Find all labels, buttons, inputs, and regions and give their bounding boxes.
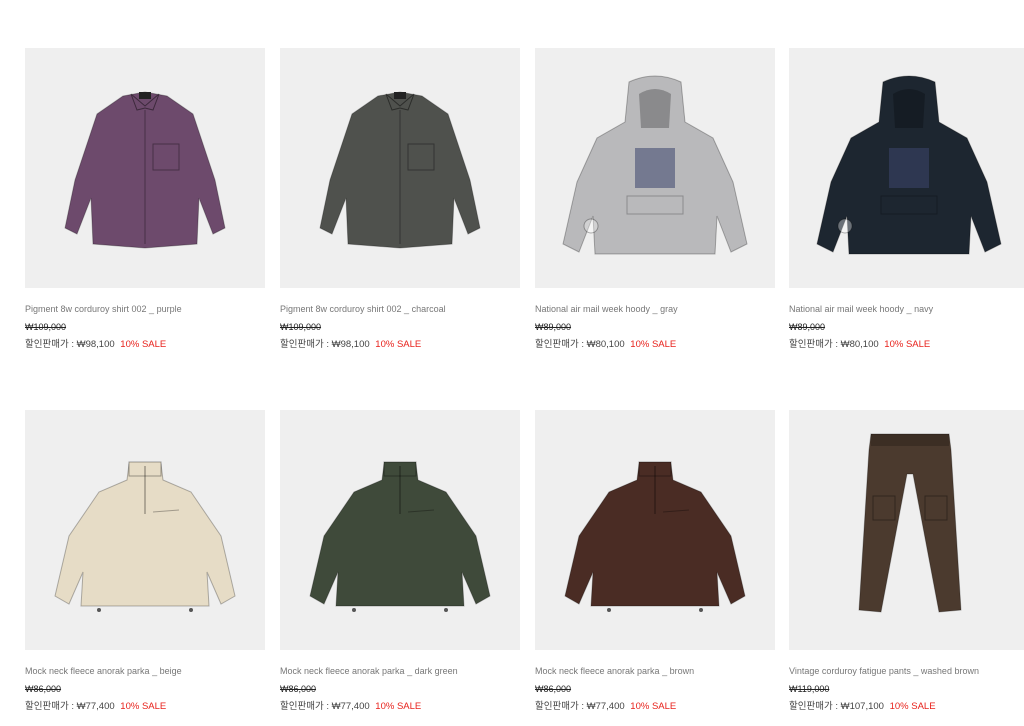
original-price: ₩86,000 (280, 684, 317, 694)
product-card[interactable]: National air mail week hoody _ gray ₩89,… (535, 48, 775, 351)
discount-badge: 10% SALE (889, 701, 936, 712)
original-price: ₩89,000 (789, 322, 826, 332)
sale-price-label: 할인판매가 : (789, 339, 838, 350)
product-name[interactable]: Mock neck fleece anorak parka _ brown (535, 665, 775, 677)
product-card[interactable]: Mock neck fleece anorak parka _ dark gre… (280, 410, 520, 713)
product-grid: Pigment 8w corduroy shirt 002 _ purple ₩… (0, 0, 1024, 726)
sale-price-label: 할인판매가 : (25, 701, 74, 712)
product-image[interactable] (789, 410, 1024, 650)
discount-badge: 10% SALE (120, 339, 167, 350)
product-image[interactable] (25, 48, 265, 288)
product-name[interactable]: Pigment 8w corduroy shirt 002 _ purple (25, 303, 265, 315)
original-price: ₩109,000 (25, 322, 67, 332)
product-name[interactable]: National air mail week hoody _ navy (789, 303, 1024, 315)
original-price: ₩86,000 (25, 684, 62, 694)
product-photo (858, 433, 962, 613)
product-image[interactable] (789, 48, 1024, 288)
sale-price-row: 할인판매가 : ₩77,400 10% SALE (25, 701, 265, 713)
sale-price: ₩98,100 (331, 339, 370, 350)
discount-badge: 10% SALE (375, 701, 422, 712)
sale-price-row: 할인판매가 : ₩77,400 10% SALE (280, 701, 520, 713)
product-image[interactable] (25, 410, 265, 650)
product-image[interactable] (535, 48, 775, 288)
product-card[interactable]: Mock neck fleece anorak parka _ brown ₩8… (535, 410, 775, 713)
product-photo (54, 461, 236, 612)
product-name[interactable]: Mock neck fleece anorak parka _ dark gre… (280, 665, 520, 677)
product-name[interactable]: Vintage corduroy fatigue pants _ washed … (789, 665, 1024, 677)
sale-price: ₩77,400 (76, 701, 115, 712)
sale-price: ₩80,100 (840, 339, 879, 350)
discount-badge: 10% SALE (375, 339, 422, 350)
product-name[interactable]: Mock neck fleece anorak parka _ beige (25, 665, 265, 677)
product-photo (319, 91, 481, 249)
product-photo (564, 461, 746, 612)
product-card[interactable]: Pigment 8w corduroy shirt 002 _ purple ₩… (25, 48, 265, 351)
product-image[interactable] (535, 410, 775, 650)
sale-price-row: 할인판매가 : ₩98,100 10% SALE (25, 339, 265, 351)
sale-price-label: 할인판매가 : (789, 701, 838, 712)
discount-badge: 10% SALE (630, 701, 677, 712)
original-price: ₩119,000 (789, 684, 830, 694)
sale-price-label: 할인판매가 : (535, 339, 584, 350)
product-name[interactable]: Pigment 8w corduroy shirt 002 _ charcoal (280, 303, 520, 315)
sale-price-row: 할인판매가 : ₩107,100 10% SALE (789, 701, 1024, 713)
product-photo (309, 461, 491, 612)
discount-badge: 10% SALE (120, 701, 167, 712)
product-card[interactable]: Pigment 8w corduroy shirt 002 _ charcoal… (280, 48, 520, 351)
product-name[interactable]: National air mail week hoody _ gray (535, 303, 775, 315)
sale-price: ₩77,400 (586, 701, 625, 712)
original-price: ₩86,000 (535, 684, 572, 694)
sale-price-row: 할인판매가 : ₩98,100 10% SALE (280, 339, 520, 351)
product-card[interactable]: National air mail week hoody _ navy ₩89,… (789, 48, 1024, 351)
sale-price-row: 할인판매가 : ₩80,100 10% SALE (535, 339, 775, 351)
product-card[interactable]: Vintage corduroy fatigue pants _ washed … (789, 410, 1024, 713)
sale-price-label: 할인판매가 : (280, 701, 329, 712)
sale-price: ₩80,100 (586, 339, 625, 350)
sale-price: ₩77,400 (331, 701, 370, 712)
product-card[interactable]: Mock neck fleece anorak parka _ beige ₩8… (25, 410, 265, 713)
original-price: ₩89,000 (535, 322, 572, 332)
sale-price-row: 할인판매가 : ₩77,400 10% SALE (535, 701, 775, 713)
sale-price: ₩98,100 (76, 339, 115, 350)
discount-badge: 10% SALE (630, 339, 677, 350)
discount-badge: 10% SALE (884, 339, 931, 350)
sale-price-row: 할인판매가 : ₩80,100 10% SALE (789, 339, 1024, 351)
product-image[interactable] (280, 410, 520, 650)
product-image[interactable] (280, 48, 520, 288)
product-photo (64, 91, 226, 249)
sale-price-label: 할인판매가 : (280, 339, 329, 350)
product-photo (562, 75, 748, 255)
sale-price-label: 할인판매가 : (535, 701, 584, 712)
original-price: ₩109,000 (280, 322, 322, 332)
sale-price: ₩107,100 (840, 701, 884, 712)
product-photo (816, 75, 1002, 255)
sale-price-label: 할인판매가 : (25, 339, 74, 350)
